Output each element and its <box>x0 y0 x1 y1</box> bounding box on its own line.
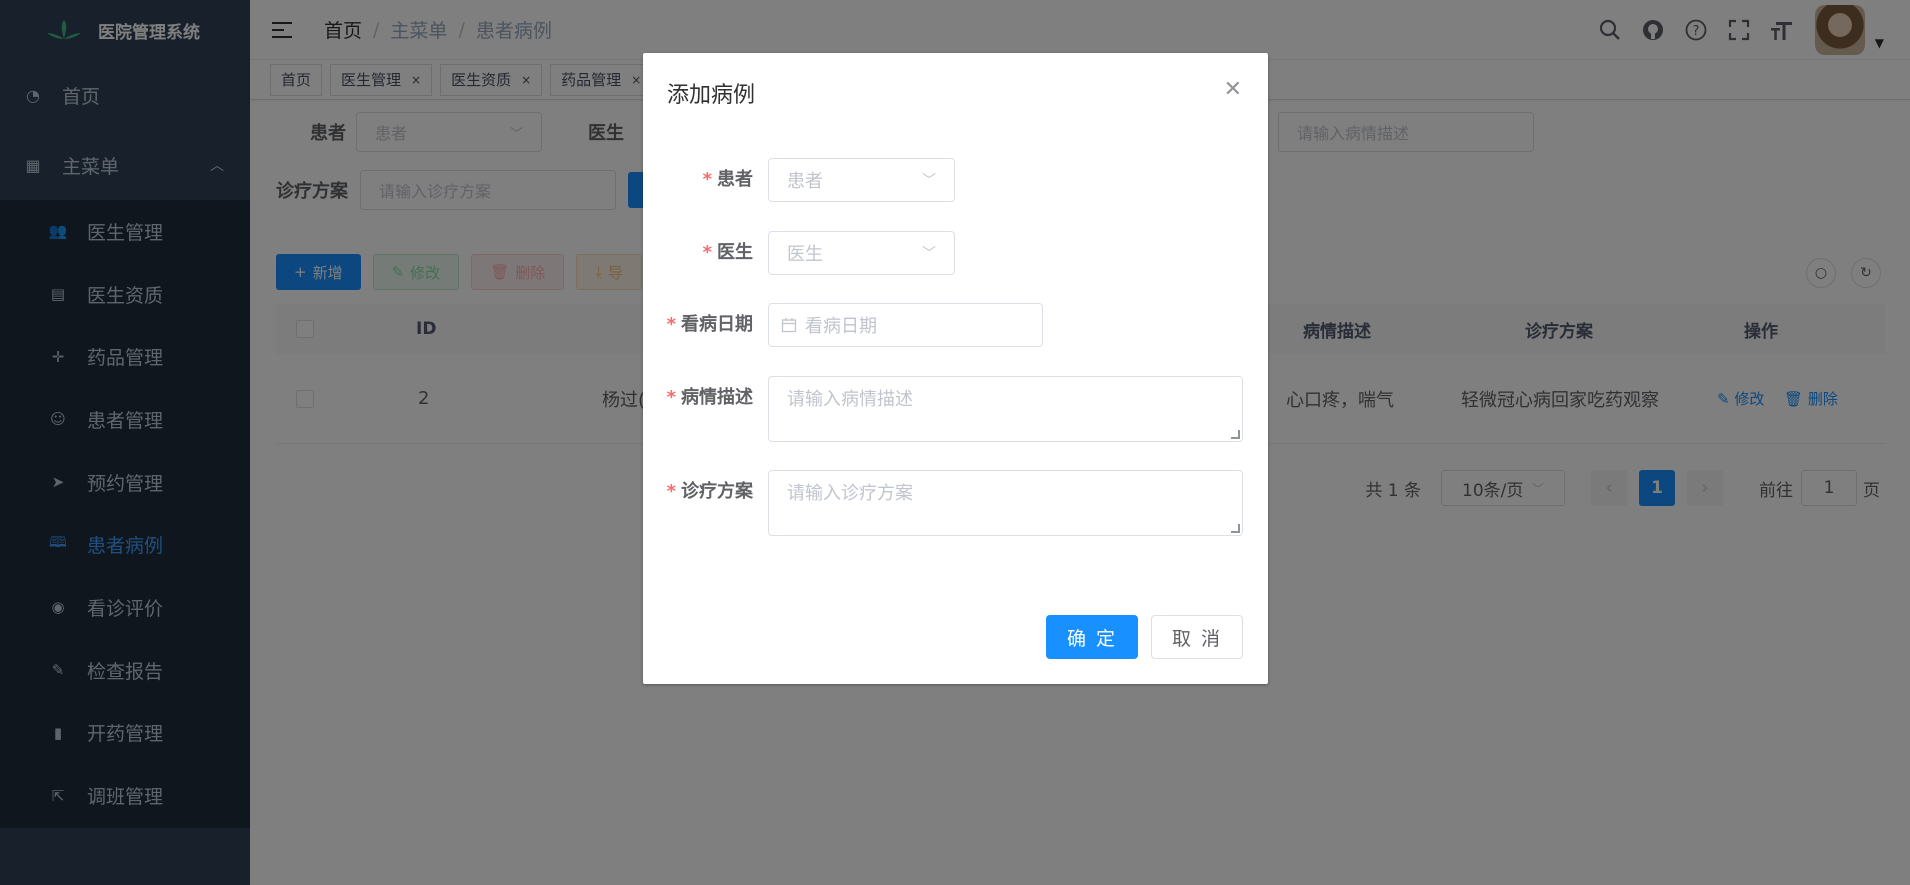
form-row-doctor: * 医生 医生 ﹀ <box>643 231 955 275</box>
patient-label: * 患者 <box>702 169 753 190</box>
dialog-title: 添加病例 <box>667 83 756 108</box>
date-placeholder: 看病日期 <box>805 316 877 337</box>
desc-textarea[interactable]: 请输入病情描述 <box>768 376 1243 442</box>
resize-handle[interactable] <box>1231 430 1240 439</box>
date-picker[interactable]: 看病日期 <box>768 303 1043 347</box>
plan-label: * 诊疗方案 <box>666 481 753 502</box>
confirm-button[interactable]: 确 定 <box>1046 615 1138 659</box>
add-case-dialog: 添加病例 ✕ * 患者 患者 ﹀ * 医生 医生 ﹀ * 看病日期 看病日期 * 病情描… <box>643 53 1268 684</box>
cancel-button[interactable]: 取 消 <box>1151 615 1243 659</box>
plan-textarea[interactable]: 请输入诊疗方案 <box>768 470 1243 536</box>
form-row-desc: * 病情描述 请输入病情描述 <box>643 376 1243 442</box>
close-icon[interactable]: ✕ <box>1224 77 1242 102</box>
doctor-label: * 医生 <box>702 242 753 263</box>
chevron-down-icon: ﹀ <box>922 173 936 189</box>
form-row-plan: * 诊疗方案 请输入诊疗方案 <box>643 470 1243 536</box>
chevron-down-icon: ﹀ <box>922 246 936 262</box>
calendar-icon <box>781 318 797 333</box>
doctor-select[interactable]: 医生 ﹀ <box>768 231 955 275</box>
resize-handle[interactable] <box>1231 524 1240 533</box>
patient-select[interactable]: 患者 ﹀ <box>768 158 955 202</box>
date-label: * 看病日期 <box>666 314 753 335</box>
desc-label: * 病情描述 <box>666 387 753 408</box>
desc-placeholder: 请输入病情描述 <box>787 389 913 410</box>
form-row-patient: * 患者 患者 ﹀ <box>643 158 955 202</box>
form-row-date: * 看病日期 看病日期 <box>643 303 1043 347</box>
patient-placeholder: 患者 <box>787 171 823 192</box>
doctor-placeholder: 医生 <box>787 244 823 265</box>
plan-placeholder: 请输入诊疗方案 <box>787 483 913 504</box>
